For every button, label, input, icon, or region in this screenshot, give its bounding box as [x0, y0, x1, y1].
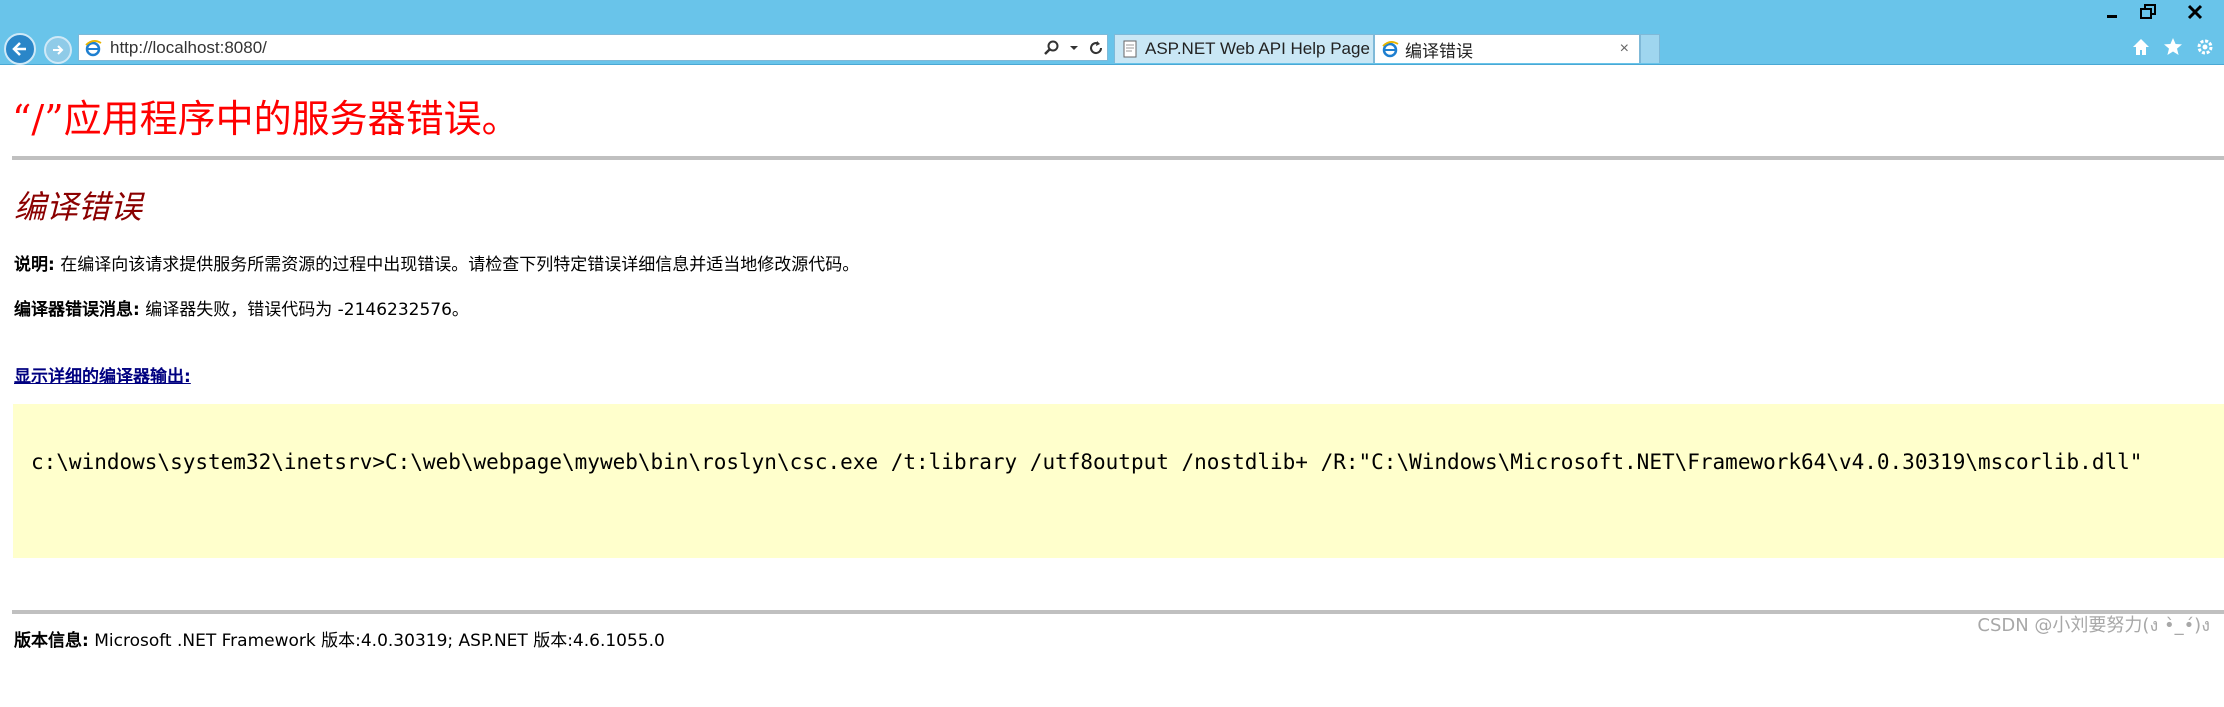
compiler-output-box: c:\windows\system32\inetsrv>C:\web\webpa… — [13, 404, 2224, 558]
ie-page-icon — [85, 39, 102, 56]
forward-arrow-icon[interactable] — [44, 36, 72, 64]
show-compiler-output-link[interactable]: 显示详细的编译器输出: — [14, 362, 191, 387]
tab-help-page[interactable]: ASP.NET Web API Help Page — [1114, 34, 1374, 63]
description-text: 在编译向该请求提供服务所需资源的过程中出现错误。请检查下列特定错误详细信息并适当… — [54, 255, 860, 275]
version-line: 版本信息: Microsoft .NET Framework 版本:4.0.30… — [14, 626, 665, 651]
tab-label: ASP.NET Web API Help Page — [1145, 39, 1370, 58]
divider — [12, 610, 2224, 614]
address-url[interactable]: http://localhost:8080/ — [110, 38, 1041, 58]
tab-close-icon[interactable]: × — [1620, 40, 1629, 58]
compiler-error-label: 编译器错误消息: — [14, 300, 140, 320]
window-controls — [2094, 0, 2224, 24]
version-text: Microsoft .NET Framework 版本:4.0.30319; A… — [88, 631, 665, 651]
error-subtitle: 编译错误 — [14, 188, 143, 226]
compiler-error-line: 编译器错误消息: 编译器失败，错误代码为 -2146232576。 — [14, 295, 469, 320]
tab-label: 编译错误 — [1405, 41, 1473, 61]
restore-icon[interactable] — [2130, 0, 2166, 24]
close-icon[interactable] — [2166, 0, 2224, 24]
search-icon[interactable] — [1041, 37, 1063, 59]
watermark: CSDN @小刘要努力(ง •̀_•́)ง — [1977, 615, 2210, 636]
address-bar[interactable]: http://localhost:8080/ — [78, 34, 1108, 61]
minimize-icon[interactable] — [2094, 0, 2130, 24]
description-label: 说明: — [14, 255, 55, 275]
new-tab-button[interactable] — [1640, 34, 1660, 63]
favorites-star-icon[interactable] — [2162, 36, 2184, 58]
tab-compile-error[interactable]: 编译错误 × — [1374, 34, 1640, 63]
toolbar-right — [2130, 36, 2216, 58]
browser-chrome: http://localhost:8080/ ASP.NET Web API H… — [0, 0, 2224, 65]
divider — [12, 156, 2224, 160]
ie-page-icon — [1382, 41, 1399, 58]
version-label: 版本信息: — [14, 631, 89, 651]
refresh-icon[interactable] — [1085, 37, 1107, 59]
gear-icon[interactable] — [2194, 36, 2216, 58]
dropdown-icon[interactable] — [1063, 37, 1085, 59]
home-icon[interactable] — [2130, 36, 2152, 58]
compiler-error-text: 编译器失败，错误代码为 -2146232576。 — [139, 300, 469, 320]
page-title: “/”应用程序中的服务器错误。 — [12, 97, 520, 141]
description-line: 说明: 在编译向该请求提供服务所需资源的过程中出现错误。请检查下列特定错误详细信… — [14, 250, 859, 275]
compiler-output-text: c:\windows\system32\inetsrv>C:\web\webpa… — [31, 450, 2143, 474]
page-icon — [1123, 40, 1137, 58]
back-arrow-icon[interactable] — [4, 33, 36, 65]
